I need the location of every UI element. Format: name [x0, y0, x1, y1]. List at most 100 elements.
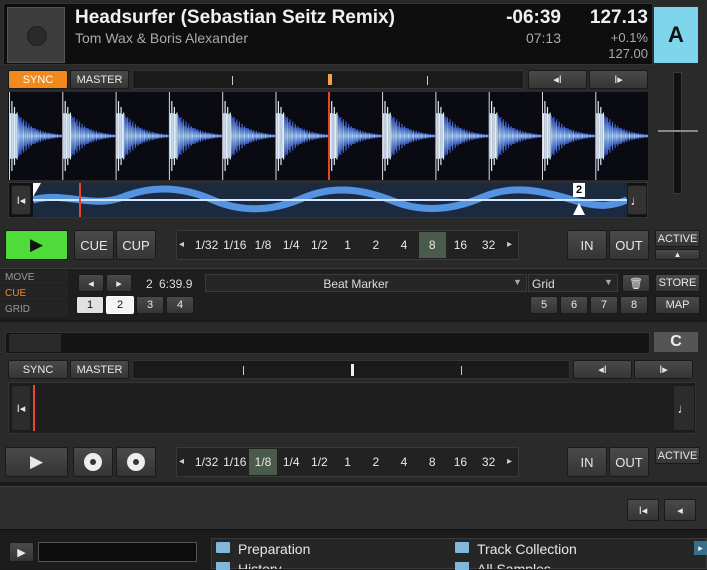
deck-c-play-button[interactable]: ▶ [5, 447, 68, 477]
beatjump-forward-button[interactable]: I▸ [589, 70, 648, 89]
hotcue-button-5[interactable]: 5 [530, 296, 558, 314]
delete-cue-button[interactable]: 🗑 [622, 274, 650, 292]
mode-tab-grid[interactable]: GRID [0, 302, 68, 317]
loop-size-button[interactable]: 1/2 [306, 232, 333, 258]
scroll-right-arrow[interactable]: ▸ [694, 541, 707, 555]
deck-c-loop-size-button[interactable]: 16 [447, 449, 474, 475]
loop-size-button[interactable]: 1/16 [221, 232, 248, 258]
favorite-track-collection[interactable]: Track Collection [477, 541, 577, 557]
waveform-slice [225, 113, 227, 159]
skip-to-start-button[interactable]: I◂ [627, 499, 659, 521]
deck-c-beatjump-forward-button[interactable]: I▸ [634, 360, 693, 379]
pitch-fader[interactable] [656, 70, 700, 196]
deck-c-loop-size-button[interactable]: 32 [475, 449, 502, 475]
waveform-slice [576, 132, 578, 140]
favorite-history[interactable]: History [238, 562, 282, 569]
deck-c-key-lock-button[interactable]: ♩ [673, 385, 695, 431]
deck-letter-a[interactable]: A [654, 7, 698, 63]
mode-tab-move[interactable]: MOVE [0, 270, 68, 285]
cue-type-select[interactable]: Beat Marker ▼ [205, 274, 527, 292]
waveform-slice [602, 112, 604, 160]
waveform-slice [177, 115, 179, 157]
waveform-slice [484, 134, 486, 138]
deck-c-loop-right-arrow[interactable]: ▸ [507, 456, 512, 467]
loop-out-button[interactable]: OUT [609, 230, 649, 260]
mode-tab-cue[interactable]: CUE [0, 286, 68, 301]
deck-c-loop-size-button[interactable]: 1/8 [249, 449, 277, 475]
hotcue-button-3[interactable]: 3 [136, 296, 164, 314]
deck-c-loop-size-button[interactable]: 1/32 [193, 449, 220, 475]
deck-c-jump-to-start-button[interactable]: I◂ [11, 385, 31, 431]
deck-c-loop-size-button[interactable]: 8 [419, 449, 446, 475]
deck-c-sync-button[interactable]: SYNC [8, 360, 68, 379]
hotcue-button-8[interactable]: 8 [620, 296, 648, 314]
deck-c-loop-active-button[interactable]: ACTIVE [655, 447, 700, 464]
turntable-icon[interactable] [116, 447, 156, 477]
cue-button[interactable]: CUE [74, 230, 114, 260]
loop-active-button[interactable]: ACTIVE [655, 230, 700, 247]
waveform-slice [598, 113, 601, 159]
pitch-fader-handle[interactable] [658, 130, 698, 132]
back-button[interactable]: ◂ [664, 499, 696, 521]
cue-prev-button[interactable]: ◂ [78, 274, 104, 292]
sync-button[interactable]: SYNC [8, 70, 68, 89]
deck-c-loop-size-button[interactable]: 4 [390, 449, 417, 475]
deck-c-beatjump-back-button[interactable]: ◂I [573, 360, 632, 379]
disc-icon[interactable] [73, 447, 113, 477]
waveform-slice [249, 129, 251, 143]
loop-active-arrow[interactable]: ▲ [655, 249, 700, 260]
deck-c-master-button[interactable]: MASTER [70, 360, 129, 379]
deck-c-loop-out-button[interactable]: OUT [609, 447, 649, 477]
waveform-display[interactable] [8, 92, 648, 180]
loop-right-arrow[interactable]: ▸ [507, 239, 512, 250]
deck-c-loop-in-button[interactable]: IN [567, 447, 607, 477]
jump-to-start-button[interactable]: I◂ [11, 185, 31, 215]
deck-c-loop-size-button[interactable]: 1/16 [221, 449, 248, 475]
track-overview[interactable]: I◂ 2 ♩ [8, 182, 648, 218]
loop-left-arrow[interactable]: ◂ [179, 239, 184, 250]
waveform-slice [132, 121, 134, 151]
cue-next-button[interactable]: ▸ [106, 274, 132, 292]
cup-button[interactable]: CUP [116, 230, 156, 260]
hotcue-button-1[interactable]: 1 [76, 296, 104, 314]
loop-size-button[interactable]: 32 [475, 232, 502, 258]
loop-in-button[interactable]: IN [567, 230, 607, 260]
key-lock-button[interactable]: ♩ [627, 185, 647, 215]
favorite-preparation[interactable]: Preparation [238, 541, 310, 557]
loop-size-button[interactable]: 1/32 [193, 232, 220, 258]
waveform-slice [384, 101, 386, 171]
deck-c-loop-size-button[interactable]: 2 [362, 449, 389, 475]
beatjump-back-button[interactable]: ◂I [528, 70, 587, 89]
waveform-slice [414, 132, 416, 140]
play-button[interactable]: ▶ [5, 230, 68, 260]
deck-c-overview[interactable]: I◂ ♩ [8, 382, 696, 434]
deck-c-loop-size-button[interactable]: 1/4 [278, 449, 305, 475]
deck-c-loop-left-arrow[interactable]: ◂ [179, 456, 184, 467]
loop-size-button[interactable]: 16 [447, 232, 474, 258]
store-button[interactable]: STORE [655, 274, 700, 292]
loop-size-button[interactable]: 8 [418, 232, 446, 258]
loop-size-button[interactable]: 1/8 [249, 232, 276, 258]
map-button[interactable]: MAP [655, 296, 700, 314]
hotcue-button-7[interactable]: 7 [590, 296, 618, 314]
loop-size-button[interactable]: 4 [390, 232, 417, 258]
master-button[interactable]: MASTER [70, 70, 129, 89]
waveform-slice [69, 112, 71, 160]
hotcue-button-2[interactable]: 2 [106, 296, 134, 314]
waveform-slice [224, 101, 226, 171]
hotcue-button-4[interactable]: 4 [166, 296, 194, 314]
deck-c-loop-size-button[interactable]: 1/2 [306, 449, 333, 475]
deck-c-loop-size-button[interactable]: 1 [334, 449, 361, 475]
loop-size-button[interactable]: 1/4 [278, 232, 305, 258]
waveform-slice [104, 133, 107, 139]
deck-letter-c[interactable]: C [654, 332, 698, 352]
preview-play-button[interactable]: ▶ [9, 542, 34, 562]
favorite-all-samples[interactable]: All Samples [477, 562, 551, 569]
loop-size-button[interactable]: 1 [334, 232, 361, 258]
loop-size-button[interactable]: 2 [362, 232, 389, 258]
waveform-slice [309, 130, 311, 142]
grid-type-select[interactable]: Grid ▼ [528, 274, 618, 292]
search-input[interactable] [38, 542, 197, 562]
hotcue-button-6[interactable]: 6 [560, 296, 588, 314]
waveform-slice [30, 125, 32, 147]
